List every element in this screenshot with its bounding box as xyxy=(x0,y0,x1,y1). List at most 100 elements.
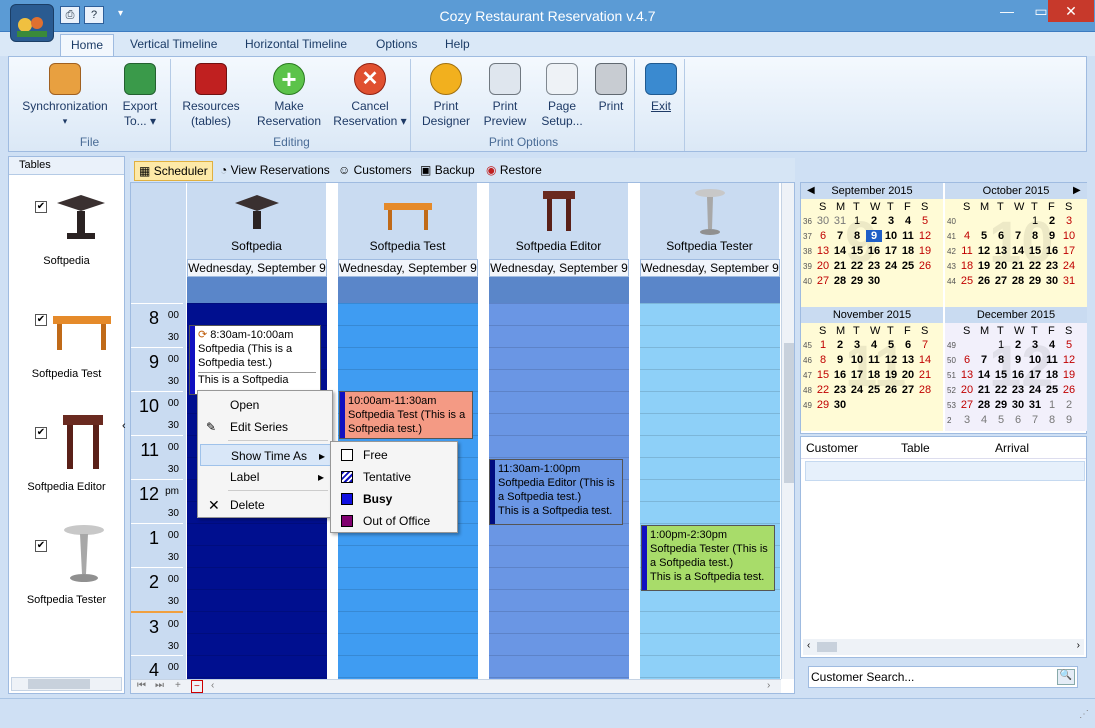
table-checkbox[interactable]: ✔ xyxy=(35,540,47,552)
time-slot[interactable] xyxy=(489,611,629,633)
time-slot[interactable] xyxy=(640,589,780,611)
scheduler-vertical-scrollbar[interactable] xyxy=(781,183,794,679)
calendar-day[interactable]: 8 xyxy=(1044,414,1060,426)
calendar-day[interactable]: 1 xyxy=(849,215,865,227)
menu-item-show-time-as[interactable]: Show Time As ▸ xyxy=(200,444,332,466)
calendar-day[interactable]: 3 xyxy=(959,414,975,426)
calendar-day[interactable]: 26 xyxy=(917,260,933,272)
calendar-day[interactable]: 20 xyxy=(815,260,831,272)
time-slot[interactable] xyxy=(640,413,780,435)
calendar-day[interactable]: 20 xyxy=(900,369,916,381)
calendar-day[interactable]: 9 xyxy=(1010,354,1026,366)
time-slot[interactable] xyxy=(338,633,478,655)
menu-item-out-of-office[interactable]: Out of Office xyxy=(333,510,455,532)
calendar-day[interactable]: 22 xyxy=(993,384,1009,396)
calendar-day[interactable]: 30 xyxy=(815,215,831,227)
column-customer[interactable]: Customer xyxy=(806,441,858,455)
table-item[interactable]: ✔ Softpedia Test xyxy=(9,292,124,405)
time-slot[interactable] xyxy=(489,413,629,435)
resize-grip-icon[interactable]: ⋰ xyxy=(1079,709,1089,720)
time-slot[interactable] xyxy=(489,347,629,369)
calendar-day[interactable]: 10 xyxy=(883,230,899,242)
calendar-day[interactable]: 15 xyxy=(993,369,1009,381)
menu-item-busy[interactable]: Busy xyxy=(333,488,455,510)
calendar-day[interactable]: 27 xyxy=(900,384,916,396)
calendar-day[interactable]: 1 xyxy=(993,339,1009,351)
calendar-day[interactable]: 6 xyxy=(815,230,831,242)
export-button[interactable]: Export To... ▾ xyxy=(115,63,165,129)
appointment[interactable]: ⟳ 8:30am-10:00am Softpedia (This is a So… xyxy=(189,325,321,395)
menu-item-label[interactable]: Label ▸ xyxy=(200,466,330,488)
calendar-day[interactable]: 9 xyxy=(832,354,848,366)
calendar-day[interactable]: 21 xyxy=(976,384,992,396)
minimize-button[interactable]: — xyxy=(990,0,1024,22)
calendar-day[interactable]: 2 xyxy=(832,339,848,351)
calendar-day[interactable]: 10 xyxy=(849,354,865,366)
calendar-day[interactable]: 8 xyxy=(993,354,1009,366)
time-slot[interactable] xyxy=(187,633,327,655)
print-preview-button[interactable]: Print Preview xyxy=(477,63,533,129)
calendar-day[interactable]: 7 xyxy=(1027,414,1043,426)
calendar-day[interactable]: 16 xyxy=(1044,245,1060,257)
calendar-day[interactable]: 8 xyxy=(815,354,831,366)
calendar-day[interactable]: 11 xyxy=(959,245,975,257)
calendar-day[interactable]: 31 xyxy=(832,215,848,227)
previous-icon[interactable]: ⏭ xyxy=(155,680,164,691)
all-day-area[interactable] xyxy=(640,277,780,303)
calendar-day[interactable]: 30 xyxy=(832,399,848,411)
calendar-day[interactable]: 3 xyxy=(1061,215,1077,227)
calendar-day[interactable]: 17 xyxy=(849,369,865,381)
table-checkbox[interactable]: ✔ xyxy=(35,427,47,439)
calendar-day[interactable]: 28 xyxy=(976,399,992,411)
calendar-day[interactable]: 12 xyxy=(883,354,899,366)
first-icon[interactable]: ⏮ xyxy=(137,680,146,691)
calendar-day[interactable]: 5 xyxy=(917,215,933,227)
calendar-day[interactable]: 12 xyxy=(1061,354,1077,366)
calendar-day[interactable]: 21 xyxy=(917,369,933,381)
app-logo-icon[interactable] xyxy=(10,4,54,42)
calendar-day[interactable]: 10 xyxy=(1027,354,1043,366)
table-item[interactable]: ✔ Softpedia Editor xyxy=(9,405,124,518)
calendar-day[interactable]: 28 xyxy=(832,275,848,287)
calendar-day[interactable]: 2 xyxy=(1061,399,1077,411)
close-button[interactable]: ✕ xyxy=(1048,0,1094,22)
calendar-day[interactable]: 7 xyxy=(976,354,992,366)
tab-scheduler[interactable]: ▦ Scheduler xyxy=(134,161,213,181)
calendar-day[interactable]: 23 xyxy=(832,384,848,396)
calendar-day[interactable]: 17 xyxy=(1061,245,1077,257)
calendar-day[interactable]: 4 xyxy=(959,230,975,242)
time-slot[interactable] xyxy=(489,545,629,567)
tab-customers[interactable]: ☺ Customers xyxy=(334,161,416,181)
time-slot[interactable] xyxy=(338,655,478,677)
calendar-day[interactable]: 19 xyxy=(917,245,933,257)
tab-backup[interactable]: ▣ Backup xyxy=(416,161,479,181)
calendar-day[interactable]: 18 xyxy=(900,245,916,257)
menu-item-open[interactable]: Open xyxy=(200,394,330,416)
calendar-day[interactable]: 29 xyxy=(993,399,1009,411)
time-slot[interactable] xyxy=(489,633,629,655)
table-checkbox[interactable]: ✔ xyxy=(35,314,47,326)
time-slot[interactable] xyxy=(489,303,629,325)
calendar-day[interactable]: 29 xyxy=(815,399,831,411)
tab-home[interactable]: Home xyxy=(60,34,115,56)
calendar-day[interactable]: 1 xyxy=(1044,399,1060,411)
calendar-day[interactable]: 9 xyxy=(1061,414,1077,426)
column-table[interactable]: Table xyxy=(901,441,930,455)
calendar-day[interactable]: 6 xyxy=(900,339,916,351)
tab-help[interactable]: Help xyxy=(445,37,470,51)
calendar-day[interactable]: 2 xyxy=(1044,215,1060,227)
calendar-day[interactable]: 22 xyxy=(849,260,865,272)
time-slot[interactable] xyxy=(640,325,780,347)
make-reservation-button[interactable]: + Make Reservation xyxy=(249,63,329,129)
time-slot[interactable] xyxy=(187,545,327,567)
calendar-day[interactable]: 5 xyxy=(976,230,992,242)
calendar-day[interactable]: 13 xyxy=(959,369,975,381)
calendar-day[interactable]: 28 xyxy=(917,384,933,396)
time-slot[interactable] xyxy=(640,501,780,523)
calendar-day[interactable]: 16 xyxy=(866,245,882,257)
calendar-day[interactable]: 29 xyxy=(1027,275,1043,287)
pane-collapse-arrow-icon[interactable]: ‹ xyxy=(122,420,126,432)
calendar-day[interactable]: 30 xyxy=(1010,399,1026,411)
menu-item-delete[interactable]: ✕ Delete xyxy=(200,494,330,516)
day-column[interactable] xyxy=(640,303,780,693)
